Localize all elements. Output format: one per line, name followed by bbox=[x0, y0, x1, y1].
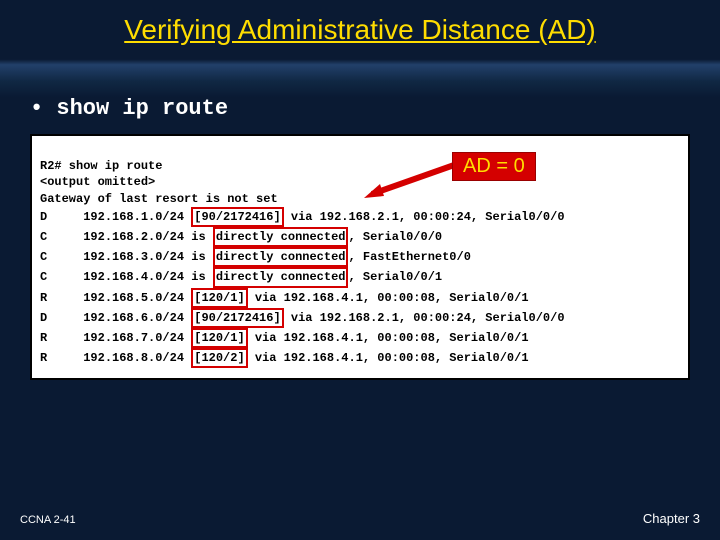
metric-highlight: directly connected bbox=[213, 267, 349, 287]
slide: Verifying Administrative Distance (AD) s… bbox=[0, 0, 720, 540]
bullet-command: show ip route bbox=[30, 96, 228, 121]
route-row: R 192.168.8.0/24 [120/2] via 192.168.4.1… bbox=[40, 351, 529, 365]
terminal-output: R2# show ip route <output omitted> Gatew… bbox=[30, 134, 690, 380]
term-prompt: R2# show ip route bbox=[40, 159, 162, 173]
route-row: R 192.168.5.0/24 [120/1] via 192.168.4.1… bbox=[40, 291, 529, 305]
term-gateway: Gateway of last resort is not set bbox=[40, 192, 278, 206]
metric-highlight: directly connected bbox=[213, 247, 349, 267]
route-row: R 192.168.7.0/24 [120/1] via 192.168.4.1… bbox=[40, 331, 529, 345]
arrow-annotation bbox=[362, 158, 462, 198]
ad-callout: AD = 0 bbox=[452, 152, 536, 181]
metric-highlight: [90/2172416] bbox=[191, 308, 283, 328]
route-row: D 192.168.6.0/24 [90/2172416] via 192.16… bbox=[40, 311, 565, 325]
metric-highlight: [90/2172416] bbox=[191, 207, 283, 227]
metric-highlight: [120/1] bbox=[191, 288, 247, 308]
route-row: D 192.168.1.0/24 [90/2172416] via 192.16… bbox=[40, 210, 565, 224]
route-row: C 192.168.3.0/24 is directly connected, … bbox=[40, 250, 471, 264]
route-row: C 192.168.4.0/24 is directly connected, … bbox=[40, 270, 442, 284]
footer-right: Chapter 3 bbox=[643, 511, 700, 526]
term-omitted: <output omitted> bbox=[40, 175, 155, 189]
metric-highlight: [120/1] bbox=[191, 328, 247, 348]
footer-left: CCNA 2-41 bbox=[20, 514, 76, 526]
metric-highlight: [120/2] bbox=[191, 348, 247, 368]
slide-title: Verifying Administrative Distance (AD) bbox=[0, 14, 720, 46]
route-row: C 192.168.2.0/24 is directly connected, … bbox=[40, 230, 442, 244]
metric-highlight: directly connected bbox=[213, 227, 349, 247]
